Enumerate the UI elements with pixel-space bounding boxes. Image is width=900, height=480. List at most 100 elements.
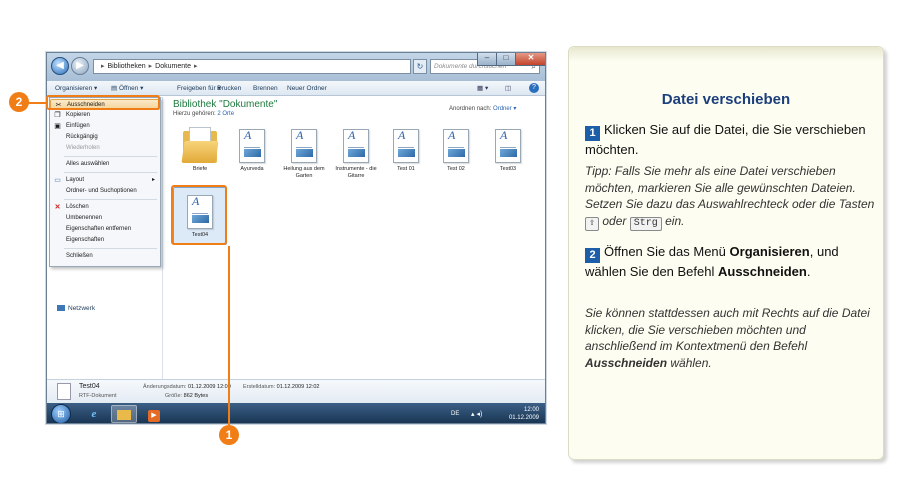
help-icon[interactable]: ? — [529, 83, 539, 93]
volume-icon[interactable]: ▴ ◂) — [471, 410, 482, 418]
explorer-taskbar-button[interactable] — [111, 405, 137, 423]
maximize-button[interactable]: □ — [496, 53, 516, 66]
file-label: Heilung aus dem Garten — [283, 166, 325, 179]
callout-2-badge: 2 — [9, 92, 29, 112]
file-item-briefe[interactable]: Briefe — [175, 127, 225, 173]
burn-button[interactable]: Brennen — [253, 81, 278, 96]
command-bar: Organisieren ▾ ▤ Öffnen ▾ Freigeben für … — [47, 81, 545, 96]
step-2-organize: Organisieren — [729, 244, 810, 259]
title-bar: ◀ ▶ ▸ Bibliotheken ▸ Dokumente ▸ ↻ Dokumente… — [47, 53, 545, 81]
address-part-documents[interactable]: Dokumente — [155, 63, 191, 70]
paste-icon: ▣ — [54, 123, 61, 130]
details-created-label: Erstelldatum: — [243, 384, 276, 390]
shift-key: ⇧ — [585, 216, 600, 231]
clock-time: 12:00 — [523, 407, 539, 413]
new-folder-button[interactable]: Neuer Ordner — [287, 81, 327, 96]
submenu-arrow-icon: ▸ — [151, 177, 155, 183]
address-bar[interactable]: ▸ Bibliotheken ▸ Dokumente ▸ — [93, 59, 411, 74]
details-modified-label: Änderungsdatum: — [143, 384, 187, 390]
menu-item-folder-options[interactable]: Ordner- und Suchoptionen — [50, 186, 160, 197]
library-title: Bibliothek "Dokumente" — [173, 99, 278, 110]
file-item-instrumente[interactable]: A Instrumente - die Gitarre — [331, 129, 381, 180]
menu-item-label: Umbenennen — [66, 215, 103, 221]
locations-link[interactable]: 2 Orte — [217, 111, 234, 117]
open-label: Öffnen ▾ — [118, 85, 144, 92]
menu-item-copy[interactable]: ❐ Kopieren — [50, 110, 160, 121]
internet-explorer-icon[interactable]: e — [81, 405, 107, 423]
menu-item-select-all[interactable]: Alles auswählen — [50, 159, 160, 170]
menu-item-layout[interactable]: ▭ Layout ▸ — [50, 175, 160, 186]
preview-pane-icon[interactable]: ◫ — [505, 81, 511, 96]
organize-menu: ✂ Ausschneiden ❐ Kopieren ▣ Einfügen Rückgä… — [49, 97, 161, 267]
document-icon: A — [239, 129, 265, 163]
share-button[interactable]: Freigeben für ▾ — [177, 81, 221, 96]
file-item-test03[interactable]: A Test03 — [483, 129, 533, 173]
menu-separator — [64, 199, 157, 200]
language-indicator[interactable]: DE — [451, 411, 459, 417]
file-item-heilung[interactable]: A Heilung aus dem Garten — [279, 129, 329, 180]
menu-item-redo[interactable]: Wiederholen — [50, 143, 160, 154]
forward-button[interactable]: ▶ — [71, 57, 89, 75]
file-label: Test03 — [499, 166, 517, 172]
menu-item-label: Einfügen — [66, 123, 90, 129]
file-label: Test 02 — [447, 166, 465, 172]
menu-item-remove-properties[interactable]: Eigenschaften entfernen — [50, 224, 160, 235]
step-1: 1 Klicken Sie auf die Datei, die Sie vers… — [585, 121, 875, 158]
menu-item-paste[interactable]: ▣ Einfügen — [50, 121, 160, 132]
menu-item-delete[interactable]: ✕ Löschen — [50, 202, 160, 213]
file-item-test01[interactable]: A Test 01 — [381, 129, 431, 173]
callout-1-highlight — [171, 185, 227, 245]
menu-item-label: Layout — [66, 177, 85, 183]
details-modified: Änderungsdatum: 01.12.2009 12:00 — [143, 384, 231, 390]
nav-item-network[interactable]: Netzwerk — [57, 305, 95, 312]
clock-date: 01.12.2009 — [508, 415, 539, 421]
library-subtitle-prefix: Hierzu gehören: — [173, 111, 216, 117]
step-2-text-a: Öffnen Sie das Menü — [604, 244, 726, 259]
menu-item-label: Eigenschaften entfernen — [66, 226, 132, 232]
details-size: Größe: 862 Bytes — [165, 393, 208, 399]
panel-top-strip — [569, 47, 883, 61]
layout-icon: ▭ — [54, 177, 61, 184]
close-button[interactable]: ✕ — [515, 53, 545, 66]
details-size-value: 862 Bytes — [183, 393, 209, 399]
tip-end: ein. — [665, 213, 685, 228]
document-icon: A — [291, 129, 317, 163]
step-1-text: Klicken Sie auf die Datei, die Sie versc… — [585, 122, 866, 157]
arrange-label: Anordnen nach: — [449, 106, 492, 112]
open-button[interactable]: ▤ Öffnen ▾ — [111, 81, 143, 96]
arrange-dropdown[interactable]: Ordner ▾ — [493, 106, 516, 112]
refresh-icon[interactable]: ↻ — [413, 59, 427, 74]
menu-item-rename[interactable]: Umbenennen — [50, 213, 160, 224]
address-part-libraries[interactable]: Bibliotheken — [108, 63, 146, 70]
menu-item-close[interactable]: Schließen — [50, 251, 160, 262]
callout-2-connector — [28, 102, 47, 104]
clock[interactable]: 12:00 01.12.2009 — [509, 406, 539, 422]
file-item-test02[interactable]: A Test 02 — [431, 129, 481, 173]
menu-item-label: Wiederholen — [66, 145, 100, 151]
taskbar: ⊞ e ▶ DE ▴ ◂) 12:00 01.12.2009 — [47, 403, 545, 423]
menu-separator — [64, 172, 157, 173]
back-button[interactable]: ◀ — [51, 57, 69, 75]
file-item-ayurveda[interactable]: A Ayurveda — [227, 129, 277, 173]
note-end: wählen. — [670, 355, 712, 370]
step-2-cut: Ausschneiden — [718, 264, 807, 279]
print-button[interactable]: Drucken — [217, 81, 241, 96]
details-modified-value: 01.12.2009 12:00 — [187, 384, 231, 390]
menu-item-undo[interactable]: Rückgängig — [50, 132, 160, 143]
menu-item-label: Eigenschaften — [66, 237, 105, 243]
step-1-number: 1 — [585, 126, 600, 141]
open-icon: ▤ — [111, 85, 119, 92]
menu-item-label: Schließen — [66, 253, 93, 259]
view-options-icon[interactable]: ▦ ▾ — [477, 81, 488, 96]
media-player-icon[interactable]: ▶ — [141, 405, 167, 423]
organize-button[interactable]: Organisieren ▾ — [55, 81, 97, 96]
details-pane: Test04 RTF-Dokument Änderungsdatum: 01.1… — [47, 379, 545, 403]
instruction-panel: Datei verschieben 1 Klicken Sie auf die D… — [568, 46, 884, 460]
start-button[interactable]: ⊞ — [51, 404, 71, 423]
file-label: Instrumente - die Gitarre — [335, 166, 377, 179]
menu-item-properties[interactable]: Eigenschaften — [50, 235, 160, 246]
minimize-button[interactable]: – — [477, 53, 497, 66]
file-label: Test 01 — [397, 166, 415, 172]
tip-text: Tipp: Falls Sie mehr als eine Datei vers… — [585, 163, 875, 231]
file-label: Ayurveda — [240, 166, 264, 172]
